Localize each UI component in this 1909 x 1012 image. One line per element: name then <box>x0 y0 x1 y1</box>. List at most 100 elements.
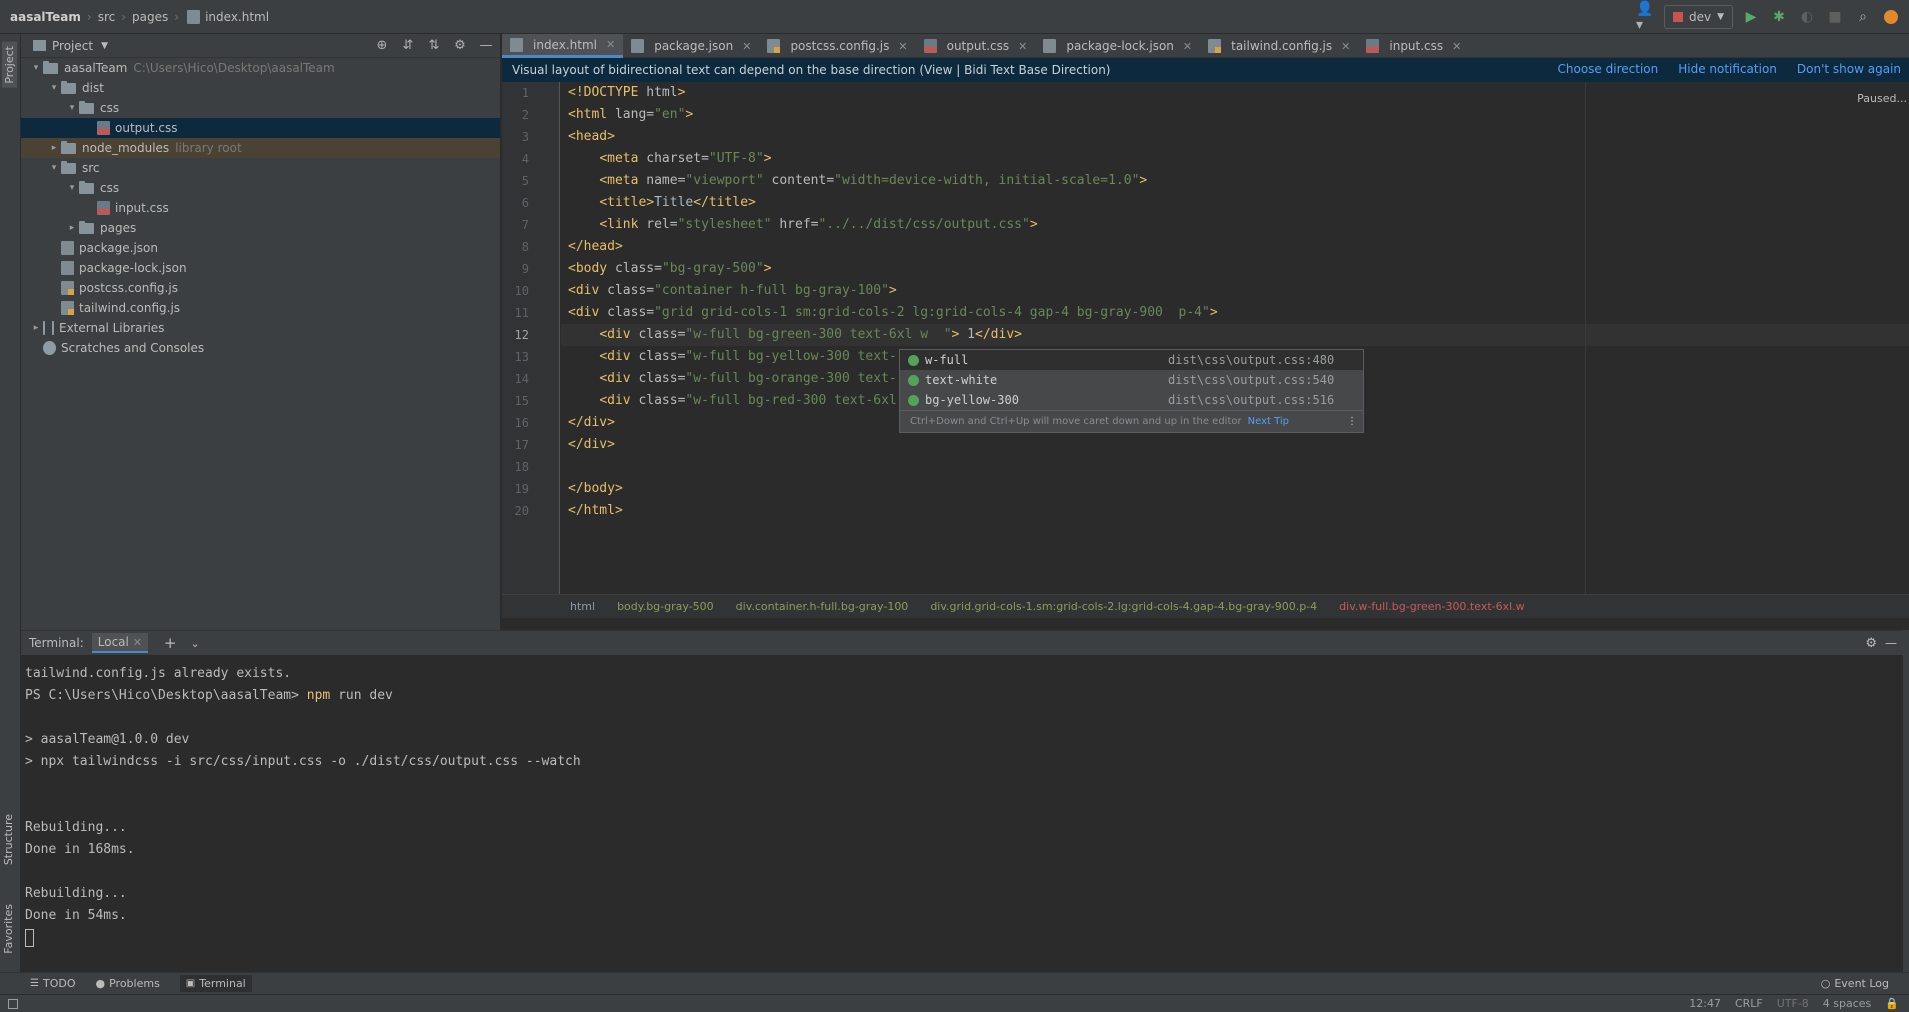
terminal-tab-local[interactable]: Local ✕ <box>91 633 148 653</box>
code-line[interactable]: <meta name="viewport" content="width=dev… <box>561 170 1909 192</box>
code-line[interactable]: <div class="container h-full bg-gray-100… <box>561 280 1909 302</box>
expand-arrow-icon[interactable]: ▸ <box>65 223 79 233</box>
chevron-down-icon[interactable]: ⌄ <box>191 637 200 650</box>
code-line[interactable]: <head> <box>561 126 1909 148</box>
indent-setting[interactable]: 4 spaces <box>1823 997 1872 1010</box>
close-icon[interactable]: ✕ <box>1452 40 1461 53</box>
coverage-icon[interactable]: ◐ <box>1797 7 1817 27</box>
terminal-tool-button[interactable]: ▣ Terminal <box>179 975 252 992</box>
tree-item[interactable]: ▸ node_modules library root <box>21 138 500 158</box>
code-line[interactable] <box>561 456 1909 478</box>
tree-item[interactable]: tailwind.config.js <box>21 298 500 318</box>
tree-item[interactable]: input.css <box>21 198 500 218</box>
completion-item[interactable]: text-white dist\css\output.css:540 <box>900 370 1363 390</box>
expand-arrow-icon[interactable]: ▸ <box>29 323 43 333</box>
expand-arrow-icon[interactable]: ▾ <box>65 103 79 113</box>
code-line[interactable]: </html> <box>561 500 1909 522</box>
code-line[interactable]: <!DOCTYPE html> <box>561 82 1909 104</box>
breadcrumb-pages[interactable]: pages <box>132 10 168 24</box>
code-line-current[interactable]: <div class="w-full bg-green-300 text-6xl… <box>561 324 1909 346</box>
tree-item[interactable]: ▾ css <box>21 98 500 118</box>
expand-all-icon[interactable]: ⇵ <box>400 37 416 53</box>
expand-arrow-icon[interactable]: ▸ <box>47 143 61 153</box>
breadcrumb-file[interactable]: index.html <box>205 10 269 24</box>
editor-tab[interactable]: package.json ✕ <box>623 34 759 58</box>
tree-item[interactable]: Scratches and Consoles <box>21 338 500 358</box>
editor-tab[interactable]: index.html ✕ <box>502 34 624 58</box>
close-icon[interactable]: ✕ <box>1341 40 1350 53</box>
tree-item[interactable]: package-lock.json <box>21 258 500 278</box>
code-line[interactable]: <html lang="en"> <box>561 104 1909 126</box>
code-line[interactable]: </head> <box>561 236 1909 258</box>
choose-direction-link[interactable]: Choose direction <box>1558 62 1659 76</box>
completion-item[interactable]: w-full dist\css\output.css:480 <box>900 350 1363 370</box>
minimize-icon[interactable]: — <box>1885 636 1897 650</box>
layout-icon[interactable] <box>8 998 18 1009</box>
tree-item[interactable]: ▾ aasalTeam C:\Users\Hico\Desktop\aasalTea… <box>21 58 500 78</box>
minimize-icon[interactable]: — <box>478 37 494 53</box>
gear-icon[interactable]: ⚙ <box>1865 636 1877 651</box>
tree-item[interactable]: ▸ pages <box>21 218 500 238</box>
expand-arrow-icon[interactable]: ▾ <box>29 63 43 73</box>
tree-item[interactable]: ▸ External Libraries <box>21 318 500 338</box>
hide-notification-link[interactable]: Hide notification <box>1678 62 1777 76</box>
terminal-output[interactable]: tailwind.config.js already exists. PS C:\… <box>21 655 1903 957</box>
tree-item[interactable]: ▾ src <box>21 158 500 178</box>
code-editor[interactable]: <!DOCTYPE html> <html lang="en"> <head> … <box>561 82 1909 594</box>
add-icon[interactable]: + <box>164 634 177 652</box>
project-tool-tab[interactable]: Project <box>2 42 17 88</box>
editor-tab[interactable]: postcss.config.js ✕ <box>759 34 915 58</box>
locate-icon[interactable]: ⊕ <box>374 37 390 53</box>
caret-position[interactable]: 12:47 <box>1689 997 1721 1010</box>
code-line[interactable]: <title>Title</title> <box>561 192 1909 214</box>
gear-icon[interactable]: ⚙ <box>452 37 468 53</box>
next-tip-link[interactable]: Next Tip <box>1248 416 1289 427</box>
tree-item[interactable]: postcss.config.js <box>21 278 500 298</box>
close-icon[interactable]: ✕ <box>898 40 907 53</box>
tree-item[interactable]: package.json <box>21 238 500 258</box>
breadcrumb-html[interactable]: html <box>570 600 595 613</box>
breadcrumb-container[interactable]: div.container.h-full.bg-gray-100 <box>736 600 909 613</box>
expand-arrow-icon[interactable]: ▾ <box>65 183 79 193</box>
breadcrumb-current-div[interactable]: div.w-full.bg-green-300.text-6xl.w <box>1339 600 1525 613</box>
file-encoding[interactable]: UTF-8 <box>1777 997 1809 1010</box>
code-line[interactable]: </div> <box>561 434 1909 456</box>
update-icon[interactable] <box>1881 7 1901 27</box>
run-config-select[interactable]: dev ▼ <box>1663 5 1733 29</box>
collapse-all-icon[interactable]: ⇅ <box>426 37 442 53</box>
completion-item[interactable]: bg-yellow-300 dist\css\output.css:516 <box>900 390 1363 410</box>
code-line[interactable]: <meta charset="UTF-8"> <box>561 148 1909 170</box>
user-icon[interactable]: 👤▾ <box>1636 1 1656 33</box>
breadcrumb-grid[interactable]: div.grid.grid-cols-1.sm:grid-cols-2.lg:g… <box>930 600 1317 613</box>
breadcrumb-project[interactable]: aasalTeam <box>10 10 81 24</box>
editor-tab[interactable]: output.css ✕ <box>916 34 1036 58</box>
editor-tab[interactable]: package-lock.json ✕ <box>1035 34 1200 58</box>
tree-item[interactable]: ▾ css <box>21 178 500 198</box>
editor-tab[interactable]: tailwind.config.js ✕ <box>1200 34 1358 58</box>
line-separator[interactable]: CRLF <box>1735 997 1763 1010</box>
debug-icon[interactable]: ✱ <box>1769 7 1789 27</box>
terminal-caret[interactable] <box>25 927 1899 949</box>
search-icon[interactable]: ⌕ <box>1853 7 1873 27</box>
problems-tool-button[interactable]: ● Problems <box>95 977 159 990</box>
dont-show-again-link[interactable]: Don't show again <box>1797 62 1901 76</box>
expand-arrow-icon[interactable]: ▾ <box>47 83 61 93</box>
expand-arrow-icon[interactable]: ▾ <box>47 163 61 173</box>
close-icon[interactable]: ✕ <box>742 40 751 53</box>
code-line[interactable]: </body> <box>561 478 1909 500</box>
code-line[interactable]: <body class="bg-gray-500"> <box>561 258 1909 280</box>
more-icon[interactable]: ⋮ <box>1347 416 1357 427</box>
todo-tool-button[interactable]: ☰ TODO <box>30 977 75 990</box>
editor-tab[interactable]: input.css ✕ <box>1358 34 1469 58</box>
run-icon[interactable]: ▶ <box>1741 7 1761 27</box>
tree-item[interactable]: ▾ dist <box>21 78 500 98</box>
tree-item[interactable]: output.css <box>21 118 500 138</box>
code-line[interactable]: <link rel="stylesheet" href="../../dist/… <box>561 214 1909 236</box>
structure-tool-tab[interactable]: Structure <box>2 814 15 865</box>
code-line[interactable]: <div class="grid grid-cols-1 sm:grid-col… <box>561 302 1909 324</box>
project-view-select[interactable]: Project <box>52 39 93 53</box>
close-icon[interactable]: ✕ <box>606 38 615 51</box>
event-log-tool-button[interactable]: ○ Event Log <box>1821 977 1889 990</box>
favorites-tool-tab[interactable]: Favorites <box>2 904 15 954</box>
close-icon[interactable]: ✕ <box>1183 40 1192 53</box>
